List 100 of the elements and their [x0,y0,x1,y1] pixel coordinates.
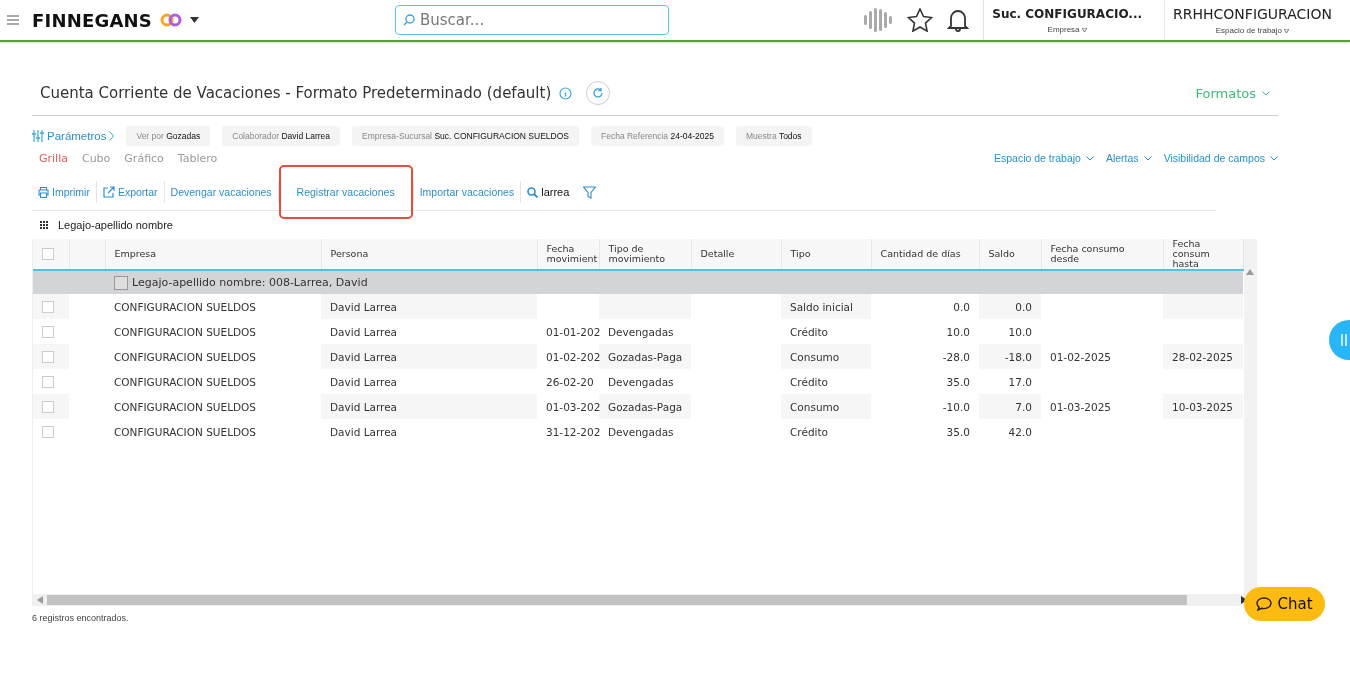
checkbox[interactable] [42,301,54,313]
checkbox[interactable] [114,275,128,290]
checkbox[interactable] [42,326,54,338]
info-icon[interactable] [559,86,573,100]
table-cell: Gozadas-Paga [608,400,683,413]
table-cell: 26-02-20 [546,375,594,388]
filter-chip[interactable]: Colaborador David Larrea [222,126,341,146]
checkbox[interactable] [42,376,54,388]
table-cell: 0.0 [1015,300,1032,313]
printer-icon [38,186,49,198]
table-cell: 01-02-202 [546,350,601,363]
column-header[interactable]: Tipo de movimiento [599,239,691,270]
table-cell: David Larrea [330,400,398,413]
filter-chip[interactable]: Ver por Gozadas [126,126,211,146]
menu-dropdown[interactable]: Visibilidad de campos [1163,152,1278,164]
menu-dropdown[interactable]: Espacio de trabajo [993,152,1094,164]
chevron-down-icon [1143,155,1152,161]
toolbar-button[interactable]: Devengar vacaciones [170,179,272,205]
table-cell: CONFIGURACION SUELDOS [114,425,256,438]
toolbar-button[interactable]: Importar vacaciones [419,179,515,205]
table-cell: David Larrea [330,425,398,438]
voice-wave-icon[interactable] [861,6,894,34]
column-header[interactable]: Fecha consumo desde [1041,239,1163,270]
checkbox[interactable] [42,351,54,363]
column-header[interactable]: Fecha consum hasta [1163,239,1243,270]
search-icon [403,14,415,26]
parameters-button[interactable]: Parámetros [32,130,115,142]
arrow-up-icon[interactable] [1246,269,1255,275]
menu-icon[interactable] [7,15,19,25]
table-cell: CONFIGURACION SUELDOS [114,300,256,313]
search-field[interactable]: Buscar... [395,5,669,35]
table-cell: 35.0 [946,375,970,388]
table-cell: Devengadas [608,425,674,438]
table-cell: 01-03-202 [546,400,601,413]
column-header[interactable]: Persona [321,239,537,270]
toolbar-button[interactable]: Registrar vacaciones [296,179,395,205]
view-tab[interactable]: Grilla [39,151,68,165]
table-cell: 7.0 [1015,400,1032,413]
external-link-icon [102,186,115,198]
table-cell: Consumo [790,350,840,363]
checkbox[interactable] [42,248,54,260]
table-cell: 0.0 [953,300,970,313]
table-cell: David Larrea [330,300,398,313]
vertical-scrollbar[interactable] [1243,239,1257,594]
chevron-right-icon [109,131,115,141]
table-cell: 10.0 [1008,325,1032,338]
star-icon[interactable] [907,8,934,32]
column-header[interactable]: Detalle [691,239,781,270]
table-cell: David Larrea [330,375,398,388]
chat-button[interactable]: Chat [1244,587,1325,621]
chevron-down-icon [1270,155,1278,161]
table-cell: CONFIGURACION SUELDOS [114,325,256,338]
table-cell: 31-12-202 [546,425,601,438]
menu-dropdown[interactable]: Alertas [1105,152,1152,164]
record-count: 6 registros encontrados. [32,613,130,623]
table-cell: 01-01-202 [546,325,601,338]
chevron-down-icon [1085,155,1094,161]
column-header[interactable]: Empresa [105,239,321,270]
column-header[interactable]: Fecha movimient [537,239,599,270]
column-header[interactable]: Cantidad de días [871,239,979,270]
search-term-field[interactable]: larrea [527,186,570,198]
filter-chip[interactable]: Fecha Referencia 24-04-2025 [591,126,724,146]
table-cell: David Larrea [330,350,398,363]
filter-icon[interactable] [583,185,597,199]
caret-icon[interactable] [189,17,199,23]
caret-icon [1284,28,1290,33]
filter-chip[interactable]: Muestra Todos [735,126,812,146]
table-cell: 35.0 [946,425,970,438]
toolbar-button[interactable]: Exportar [102,179,158,205]
table-cell: -28.0 [942,350,970,363]
table-cell: CONFIGURACION SUELDOS [114,375,256,388]
table-cell: 10-03-2025 [1172,400,1234,413]
table-cell: 42.0 [1008,425,1032,438]
arrow-left-icon[interactable] [37,596,43,604]
toolbar-button[interactable]: Imprimir [38,179,90,205]
filter-chip[interactable]: Empresa-Sucursal Suc. CONFIGURACION SUELDOS [352,126,579,146]
bell-icon[interactable] [947,8,970,32]
table-cell: 17.0 [1008,375,1032,388]
company-selector[interactable]: Suc. CONFIGURACIO... Empresa [983,0,1151,40]
checkbox[interactable] [42,426,54,438]
sliders-icon [32,130,44,142]
grid-dots-icon [40,221,48,229]
table-cell: Crédito [790,325,828,338]
workspace-selector[interactable]: RRHHCONFIGURACION Espacio de trabajo [1164,0,1340,40]
column-header[interactable]: Saldo [979,239,1041,270]
brand-logo[interactable]: FINNEGANS [32,9,152,31]
table-cell: CONFIGURACION SUELDOS [114,350,256,363]
group-label: Legajo-apellido nombre: 008-Larrea, David [132,276,368,289]
column-header[interactable]: Tipo [781,239,871,270]
table-cell: Crédito [790,375,828,388]
table-cell: 28-02-2025 [1172,350,1234,363]
table-cell: David Larrea [330,325,398,338]
table-cell: Crédito [790,425,828,438]
search-icon [527,186,539,198]
refresh-icon [592,87,605,99]
table-cell: 10.0 [946,325,970,338]
side-handle-icon[interactable] [1329,320,1350,360]
checkbox[interactable] [42,401,54,413]
table-cell: -18.0 [1004,350,1032,363]
table-cell: 01-03-2025 [1050,400,1112,413]
